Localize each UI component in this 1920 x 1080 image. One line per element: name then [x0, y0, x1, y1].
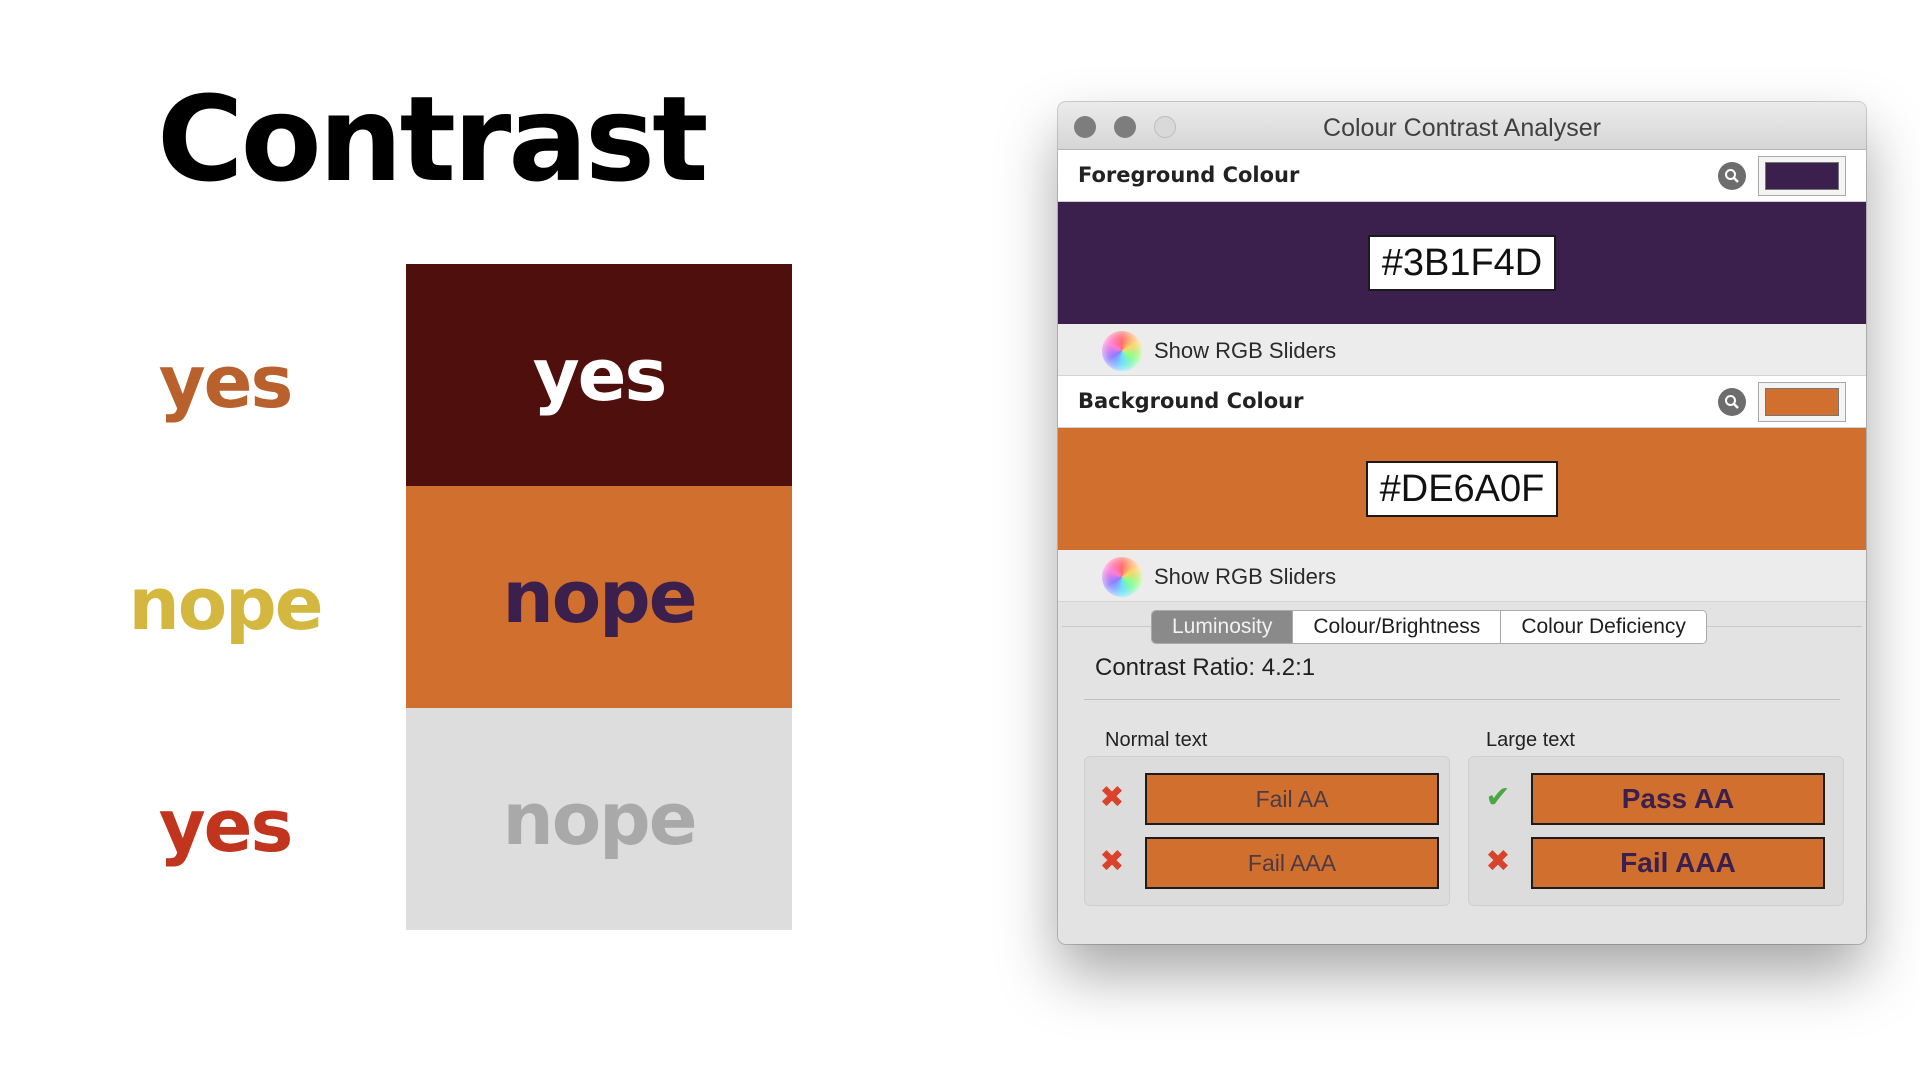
background-rgb-label: Show RGB Sliders — [1154, 564, 1337, 589]
foreground-rgb-label: Show RGB Sliders — [1154, 338, 1337, 363]
cross-icon: ✖ — [1099, 780, 1125, 815]
tab-colour-brightness[interactable]: Colour/Brightness — [1293, 611, 1502, 643]
magnifier-icon[interactable] — [1718, 162, 1746, 190]
tab-colour-deficiency[interactable]: Colour Deficiency — [1501, 611, 1706, 643]
cross-icon: ✖ — [1099, 844, 1125, 879]
foreground-label: Foreground Colour — [1078, 163, 1300, 187]
contrast-swatch-1: yes — [406, 264, 792, 486]
normal-aa-result: Fail AA — [1145, 773, 1439, 825]
contrast-ratio: Contrast Ratio: 4.2:1 — [1095, 654, 1316, 681]
left-word-3: yes — [158, 784, 294, 868]
window-titlebar[interactable]: Colour Contrast Analyser — [1058, 102, 1866, 150]
background-label: Background Colour — [1078, 389, 1304, 413]
foreground-rgb-toggle[interactable]: Show RGB Sliders — [1058, 324, 1866, 376]
foreground-color-well[interactable] — [1758, 156, 1846, 196]
color-wheel-icon — [1102, 331, 1142, 371]
normal-text-label: Normal text — [1105, 729, 1208, 751]
swatch-word-1: yes — [532, 333, 668, 417]
swatch-word-3: nope — [502, 777, 697, 861]
window-title: Colour Contrast Analyser — [1323, 114, 1601, 142]
background-color-fill — [1765, 388, 1839, 416]
tab-luminosity[interactable]: Luminosity — [1152, 611, 1294, 643]
background-preview: #DE6A0F — [1058, 428, 1866, 550]
large-aa-result: Pass AA — [1531, 773, 1825, 825]
large-text-label: Large text — [1486, 729, 1575, 751]
contrast-swatch-2: nope — [406, 486, 792, 708]
left-word-1: yes — [158, 340, 294, 424]
contrast-swatch-3: nope — [406, 708, 792, 930]
left-word-2: nope — [128, 562, 323, 646]
slide-title: Contrast — [157, 70, 709, 208]
color-wheel-icon — [1102, 557, 1142, 597]
colour-contrast-analyser-window: Colour Contrast Analyser Foreground Colo… — [1058, 102, 1866, 944]
check-icon: ✔ — [1485, 780, 1511, 815]
normal-aaa-result: Fail AAA — [1145, 837, 1439, 889]
background-header: Background Colour — [1058, 376, 1866, 428]
foreground-preview: #3B1F4D — [1058, 202, 1866, 324]
foreground-hex-input[interactable]: #3B1F4D — [1367, 235, 1557, 291]
large-text-results: ✔ Pass AA ✖ Fail AAA — [1468, 756, 1844, 906]
foreground-color-fill — [1765, 162, 1839, 190]
background-color-well[interactable] — [1758, 382, 1846, 422]
magnifier-icon[interactable] — [1718, 388, 1746, 416]
normal-text-results: ✖ Fail AA ✖ Fail AAA — [1084, 756, 1450, 906]
results-tabs: Luminosity Colour/Brightness Colour Defi… — [1151, 610, 1707, 644]
background-hex-input[interactable]: #DE6A0F — [1365, 461, 1559, 517]
swatch-word-2: nope — [502, 555, 697, 639]
foreground-header: Foreground Colour — [1058, 150, 1866, 202]
background-rgb-toggle[interactable]: Show RGB Sliders — [1058, 550, 1866, 602]
divider — [1084, 699, 1840, 700]
large-aaa-result: Fail AAA — [1531, 837, 1825, 889]
cross-icon: ✖ — [1485, 844, 1511, 879]
